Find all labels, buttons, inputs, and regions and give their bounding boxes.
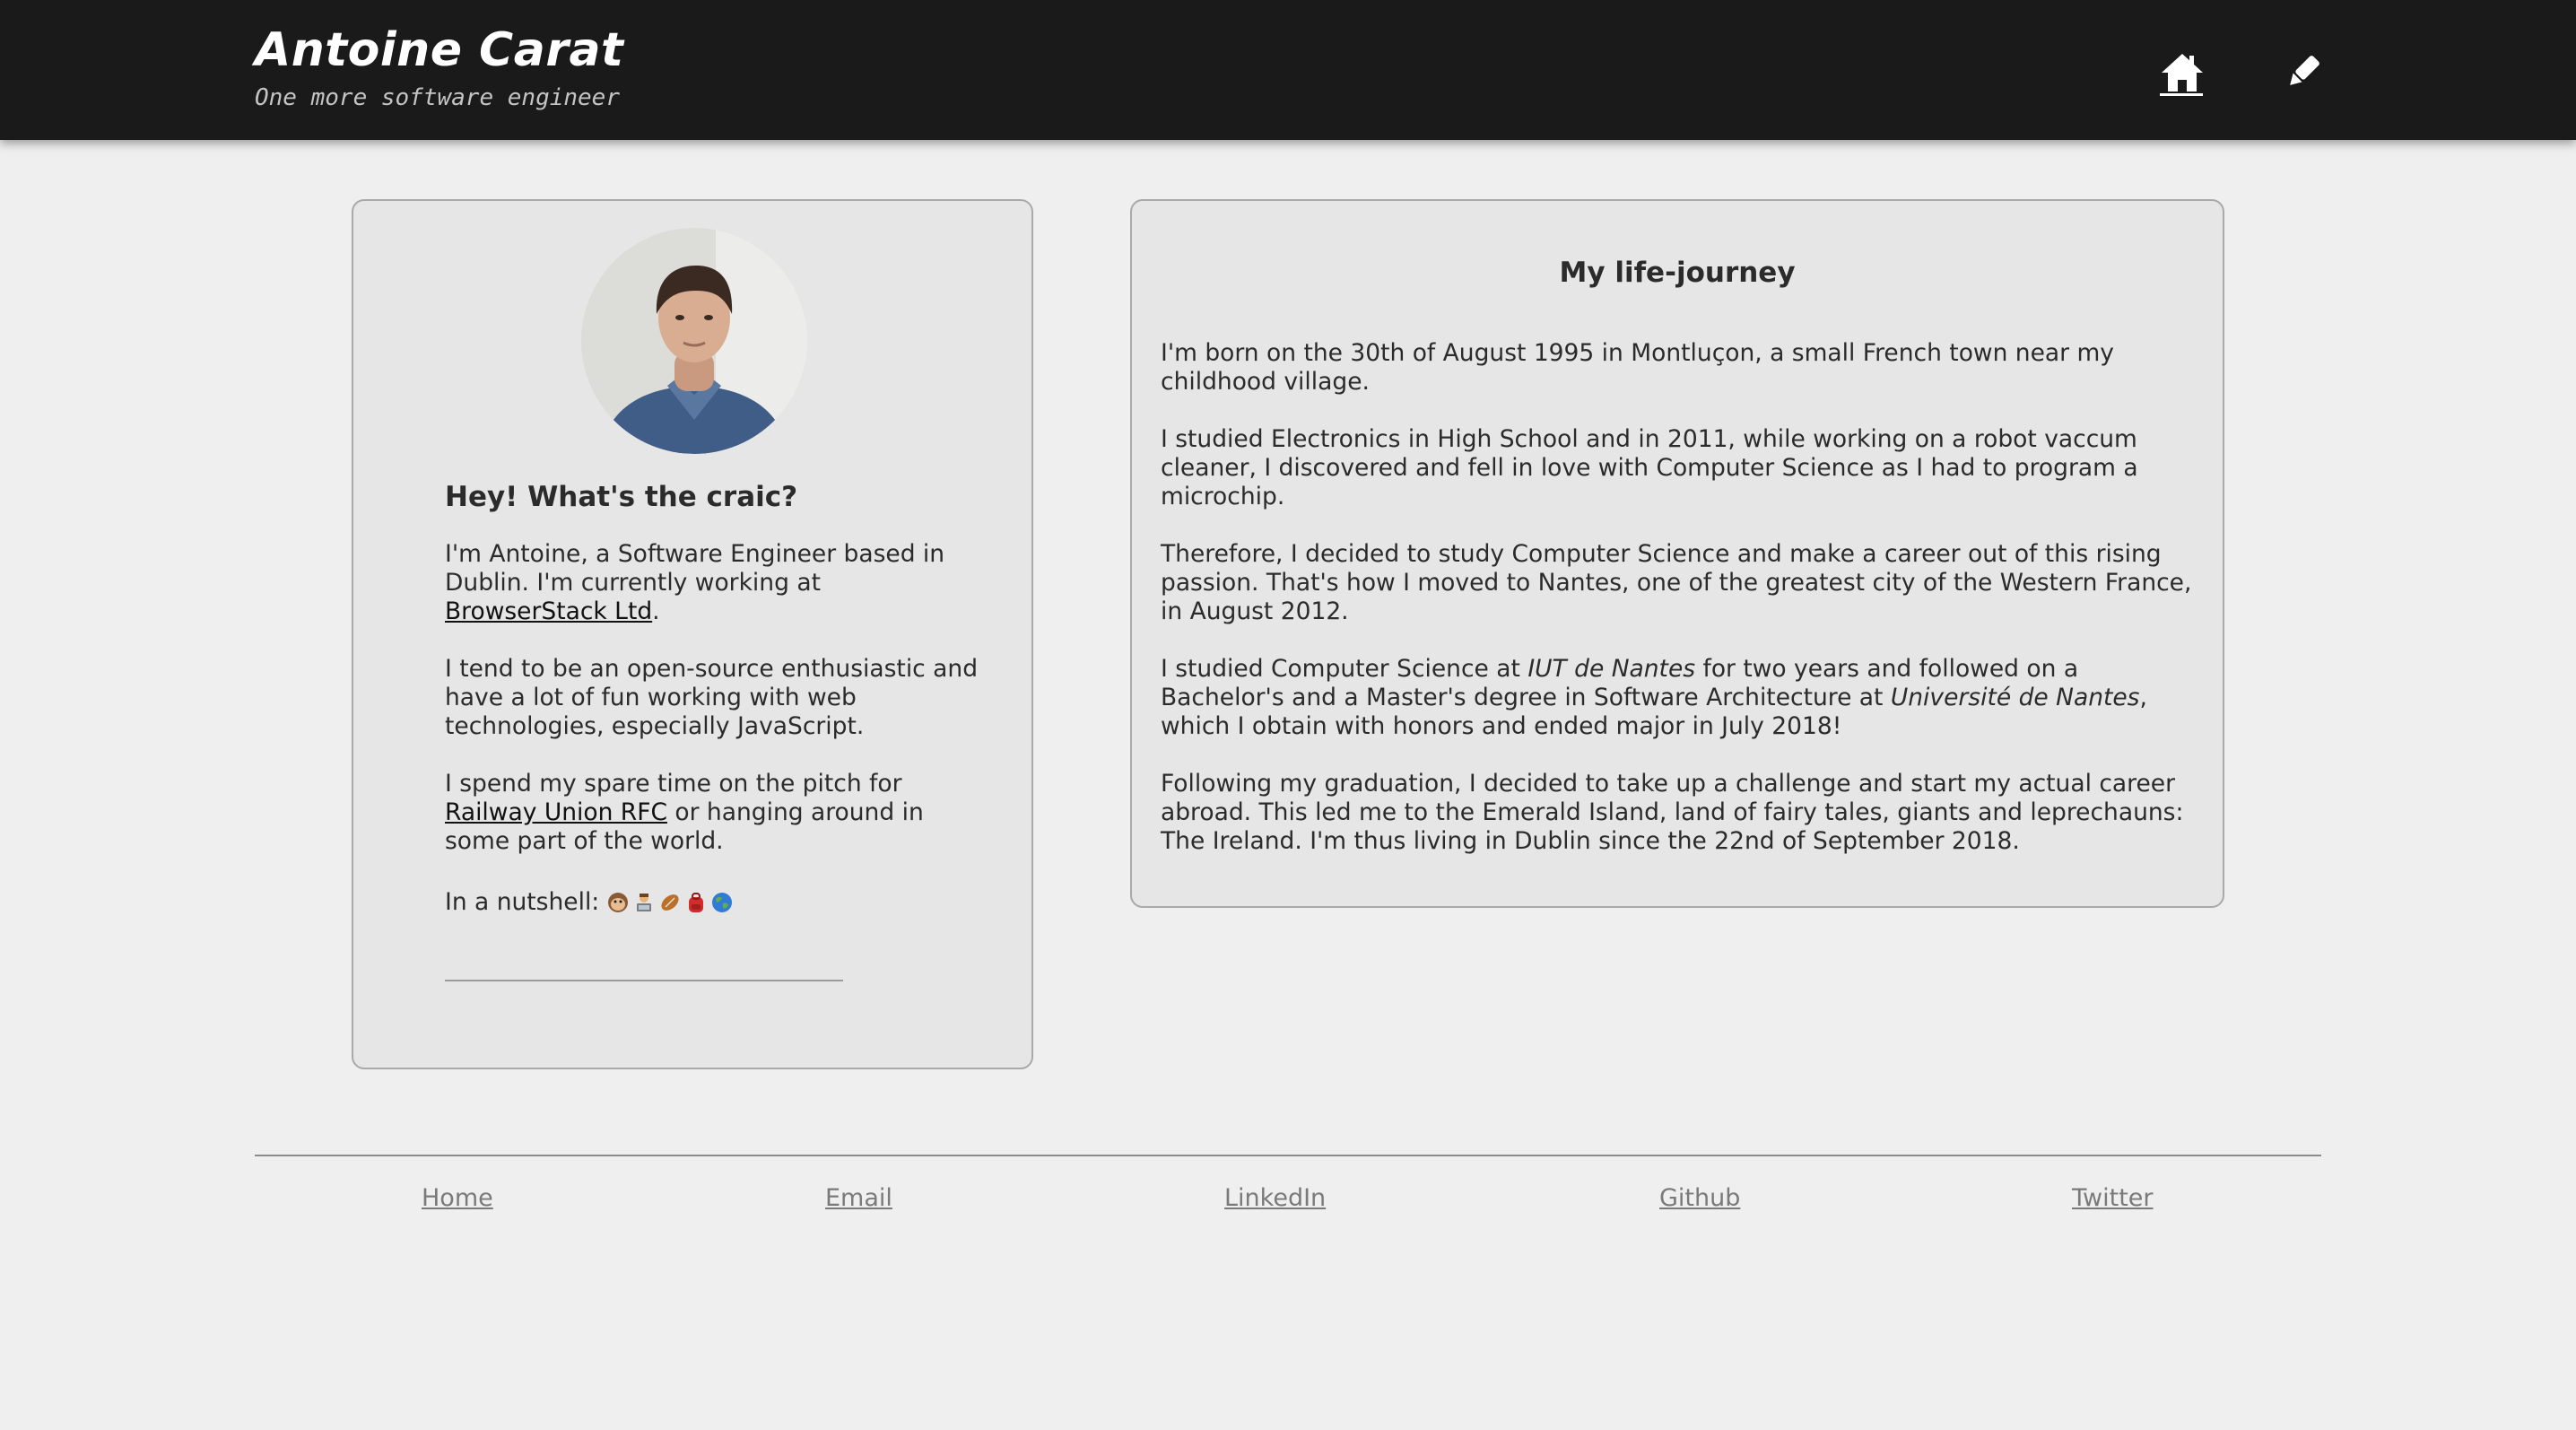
footer-email-link[interactable]: Email [825, 1184, 892, 1212]
intro-text: I'm Antoine, a Software Engineer based i… [445, 540, 945, 597]
profile-divider [445, 980, 843, 981]
profile-hobbies-paragraph: I spend my spare time on the pitch for R… [445, 770, 983, 856]
journey-paragraph-birth: I'm born on the 30th of August 1995 in M… [1161, 339, 2114, 396]
backpack-icon [688, 893, 703, 912]
hobbies-text: I spend my spare time on the pitch for [445, 770, 902, 798]
footer-github-link[interactable]: Github [1659, 1184, 1740, 1212]
profile-nutshell-line: In a nutshell: [445, 888, 983, 917]
profile-intro-paragraph: I'm Antoine, a Software Engineer based i… [445, 540, 983, 626]
profile-avatar [581, 228, 807, 454]
profile-card: Hey! What's the craic? I'm Antoine, a So… [352, 199, 1033, 1069]
profile-greeting: Hey! What's the craic? [445, 481, 798, 513]
footer-linkedin-link[interactable]: LinkedIn [1224, 1184, 1326, 1212]
journey-paragraph-ireland: Following my graduation, I decided to ta… [1161, 770, 2184, 855]
top-navigation-bar: Antoine Carat One more software engineer [0, 0, 2576, 140]
footer-twitter-link[interactable]: Twitter [2072, 1184, 2154, 1212]
journey-paragraph-nantes: Therefore, I decided to study Computer S… [1161, 540, 2192, 625]
journey-paragraph-education: I studied Computer Science at IUT de Nan… [1161, 655, 2201, 741]
site-subtitle: One more software engineer [255, 84, 620, 111]
site-title[interactable]: Antoine Carat [255, 23, 623, 77]
home-icon[interactable] [2160, 50, 2205, 97]
intro-text-end: . [652, 597, 660, 625]
university-name: Université de Nantes [1890, 684, 2140, 711]
life-journey-card: My life-journey I'm born on the 30th of … [1130, 199, 2224, 908]
monkey-face-icon [607, 893, 628, 912]
globe-icon [711, 893, 732, 912]
employer-link[interactable]: BrowserStack Ltd [445, 597, 652, 625]
technologist-icon [636, 894, 651, 911]
education-text-a: I studied Computer Science at [1161, 655, 1528, 683]
nutshell-label: In a nutshell: [445, 888, 607, 916]
pen-icon[interactable] [2282, 50, 2325, 93]
journey-paragraph-electronics: I studied Electronics in High School and… [1161, 425, 2138, 510]
home-active-indicator [2160, 93, 2203, 96]
footer-divider [255, 1155, 2321, 1156]
profile-interests-paragraph: I tend to be an open-source enthusiastic… [445, 655, 979, 740]
iut-name: IUT de Nantes [1527, 655, 1696, 683]
rugby-club-link[interactable]: Railway Union RFC [445, 798, 667, 826]
journey-title: My life-journey [1559, 257, 1796, 289]
rugby-ball-icon [661, 894, 679, 911]
footer-home-link[interactable]: Home [422, 1184, 493, 1212]
